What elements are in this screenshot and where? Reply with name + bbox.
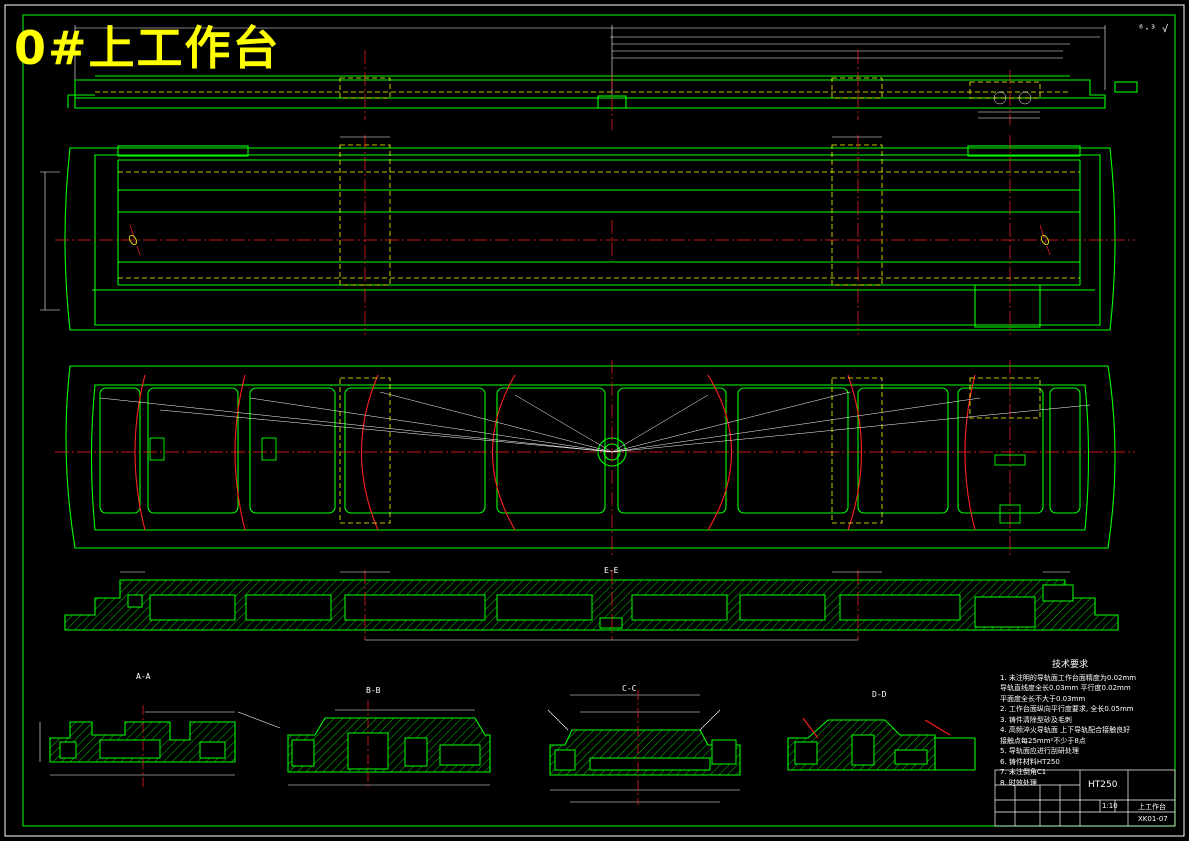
requirement-item: 2. 工作台面纵向平行度要求, 全长0.05mm (1000, 705, 1134, 713)
section-label-c-c: C-C (622, 684, 637, 693)
technical-requirements: 技术要求 1. 未注明的导轨面工作台面精度为0.02mm 导轨直线度全长0.03… (1000, 660, 1180, 788)
top-plan-view (40, 135, 1135, 335)
section-label-b-b: B-B (366, 686, 381, 695)
section-label-e-e: E-E (604, 566, 619, 575)
section-c-c-view (547, 690, 741, 805)
surface-roughness-mark: ⁶·³ √ (1138, 24, 1169, 35)
requirement-item: 5. 导轨面应进行刮研处理 (1000, 747, 1079, 755)
requirement-item: 4. 高频淬火导轨面 上下导轨配合接触良好 (1000, 726, 1131, 734)
section-e-e-view (64, 570, 1119, 641)
title-block-scale: 1:10 (1102, 802, 1118, 810)
requirement-item: 6. 铸件材料HT250 (1000, 757, 1060, 766)
section-label-d-d: D-D (872, 690, 887, 699)
section-label-a-a: A-A (136, 672, 151, 681)
title-block-drawing-name: 上工作台 (1138, 803, 1166, 811)
requirement-item: 1. 未注明的导轨面工作台面精度为0.02mm (1000, 673, 1137, 682)
technical-requirements-title: 技术要求 (1051, 660, 1088, 670)
requirement-item: 7. 未注倒角C1 (1000, 768, 1047, 776)
requirement-item: 接触点每25mm²不少于8点 (1000, 736, 1086, 745)
requirement-item: 平面度全长不大于0.03mm (1000, 694, 1086, 703)
requirement-item: 3. 铸件清除型砂及毛刺 (1000, 715, 1072, 724)
section-b-b-view (287, 700, 491, 790)
requirement-item: 导轨直线度全长0.03mm 平行度0.02mm (1000, 684, 1131, 692)
title-block-material: HT250 (1088, 780, 1118, 790)
bottom-rib-view (55, 360, 1135, 555)
section-d-d-view (787, 717, 976, 771)
section-a-a-view (39, 705, 281, 790)
title-block-drawing-no: XK01-07 (1138, 815, 1168, 823)
drawing-title: 0#上工作台 (14, 21, 281, 75)
